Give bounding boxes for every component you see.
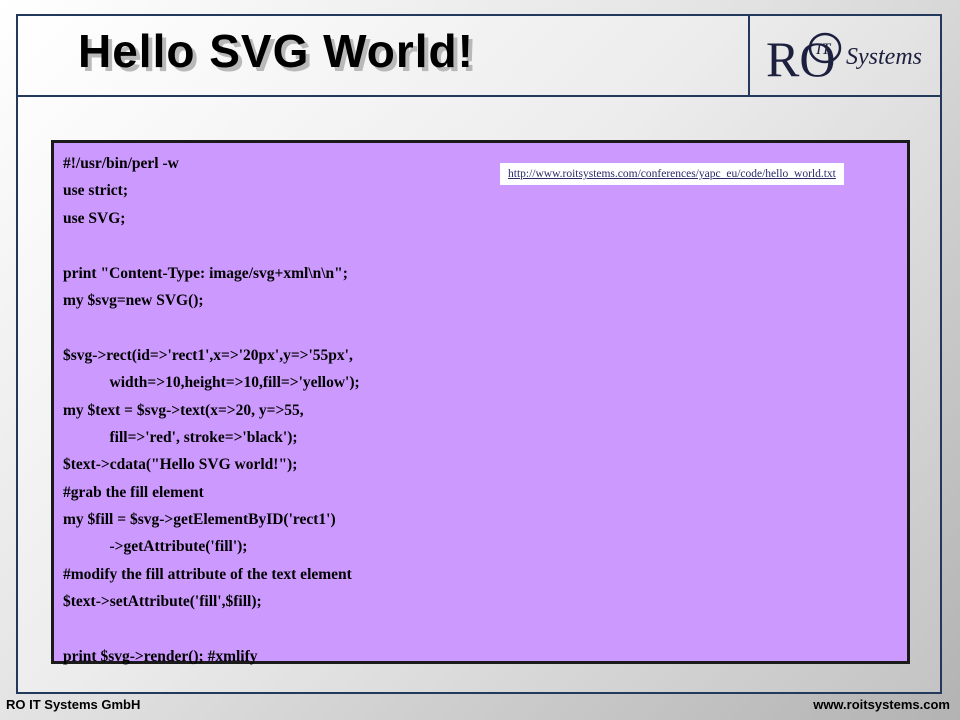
code-line: $text->cdata("Hello SVG world!"); — [63, 456, 298, 474]
code-line: #grab the fill element — [63, 483, 204, 501]
header-divider — [16, 95, 942, 97]
code-line: print "Content-Type: image/svg+xml\n\n"; — [63, 264, 348, 282]
logo-circle-text: IT — [815, 41, 831, 58]
logo-letters: RO — [766, 31, 835, 87]
code-line: #!/usr/bin/perl -w — [63, 155, 179, 172]
code-listing: #!/usr/bin/perl -w use strict; use SVG; … — [63, 150, 360, 670]
logo-divider — [748, 14, 750, 97]
logo-wordmark: Systems — [846, 44, 922, 70]
slide-title: Hello SVG World! — [78, 25, 474, 77]
footer-website: www.roitsystems.com — [813, 697, 950, 712]
code-line: use SVG; — [63, 209, 126, 227]
footer-company: RO IT Systems GmbH — [6, 697, 141, 712]
code-line: width=>10,height=>10,fill=>'yellow'); — [63, 374, 360, 392]
code-url-link[interactable]: http://www.roitsystems.com/conferences/y… — [508, 168, 836, 180]
code-line: my $text = $svg->text(x=>20, y=>55, — [63, 401, 304, 419]
ro-it-systems-logo: RO IT Systems — [766, 31, 922, 87]
code-line: print $svg->render(); #xmlify — [63, 648, 258, 666]
code-line: #modify the fill attribute of the text e… — [63, 565, 352, 583]
code-line: my $svg=new SVG(); — [63, 291, 204, 309]
code-line: fill=>'red', stroke=>'black'); — [63, 428, 298, 446]
code-panel: #!/usr/bin/perl -w use strict; use SVG; … — [51, 140, 910, 665]
code-url-box: http://www.roitsystems.com/conferences/y… — [500, 163, 844, 185]
code-line: use strict; — [63, 182, 128, 200]
code-line: ->getAttribute('fill'); — [63, 538, 248, 556]
code-line: $text->setAttribute('fill',$fill); — [63, 593, 262, 611]
code-line: my $fill = $svg->getElementByID('rect1') — [63, 511, 336, 529]
code-line: $svg->rect(id=>'rect1',x=>'20px',y=>'55p… — [63, 346, 353, 364]
